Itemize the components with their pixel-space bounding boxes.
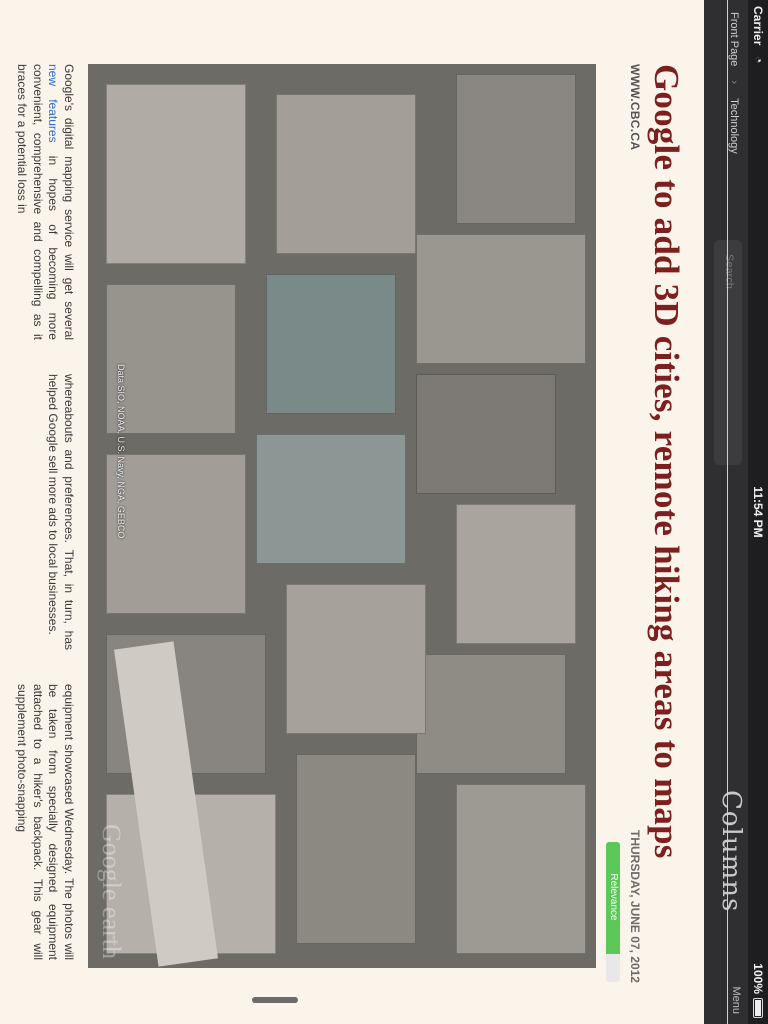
body-column-2: whereabouts and preferences. That, in tu…: [46, 374, 77, 650]
building: [256, 434, 406, 564]
menu-button[interactable]: Menu: [730, 986, 742, 1014]
article-page: Google to add 3D cities, remote hiking a…: [0, 0, 704, 1024]
battery-icon: [753, 998, 763, 1018]
article-date: THURSDAY, JUNE 07, 2012: [628, 830, 642, 983]
article-title: Google to add 3D cities, remote hiking a…: [647, 64, 686, 859]
battery-percent: 100%: [751, 963, 765, 994]
building: [286, 584, 426, 734]
article-photo[interactable]: Data SIO, NOAA, U.S. Navy, NGA, GEBCO Go…: [88, 64, 596, 968]
building: [416, 374, 556, 494]
building: [456, 504, 576, 644]
nav-front-page[interactable]: Front Page: [728, 12, 740, 66]
building: [416, 234, 586, 364]
building: [416, 654, 566, 774]
building: [266, 274, 396, 414]
app-logo: Columns: [716, 790, 746, 913]
search-input[interactable]: Search: [714, 240, 742, 465]
building: [106, 454, 246, 614]
app-screen: Carrier ◔ 11:54 PM 100% Front Page › Techn…: [0, 0, 768, 1024]
body-text: Google's digital mapping service will ge…: [62, 64, 76, 340]
article-source[interactable]: WWW.CBC.CA: [628, 64, 642, 150]
body-column-3: equipment showcased Wednesday. The photo…: [15, 684, 77, 960]
clock: 11:54 PM: [751, 486, 765, 538]
relevance-meter: Relevance: [606, 842, 620, 982]
building: [456, 74, 576, 224]
photo-credits: Data SIO, NOAA, U.S. Navy, NGA, GEBCO: [116, 364, 126, 539]
photo-watermark: Google earth: [97, 824, 126, 960]
new-features-link[interactable]: new features: [47, 64, 61, 143]
building: [296, 754, 416, 944]
header-divider: [727, 0, 728, 1024]
scroll-handle[interactable]: [252, 997, 298, 1003]
app-header: Front Page › Technology Search Columns Men…: [704, 0, 748, 1024]
building: [276, 94, 416, 254]
body-column-1: Google's digital mapping service will ge…: [0, 64, 77, 340]
status-bar: Carrier ◔ 11:54 PM 100%: [748, 0, 768, 1024]
building: [456, 784, 586, 954]
article-body: Google's digital mapping service will ge…: [0, 64, 77, 968]
nav-technology[interactable]: Technology: [728, 98, 740, 154]
breadcrumb: Front Page › Technology: [728, 12, 740, 168]
building: [106, 84, 246, 264]
breadcrumb-separator: ›: [728, 80, 740, 85]
relevance-label: Relevance: [608, 873, 619, 921]
